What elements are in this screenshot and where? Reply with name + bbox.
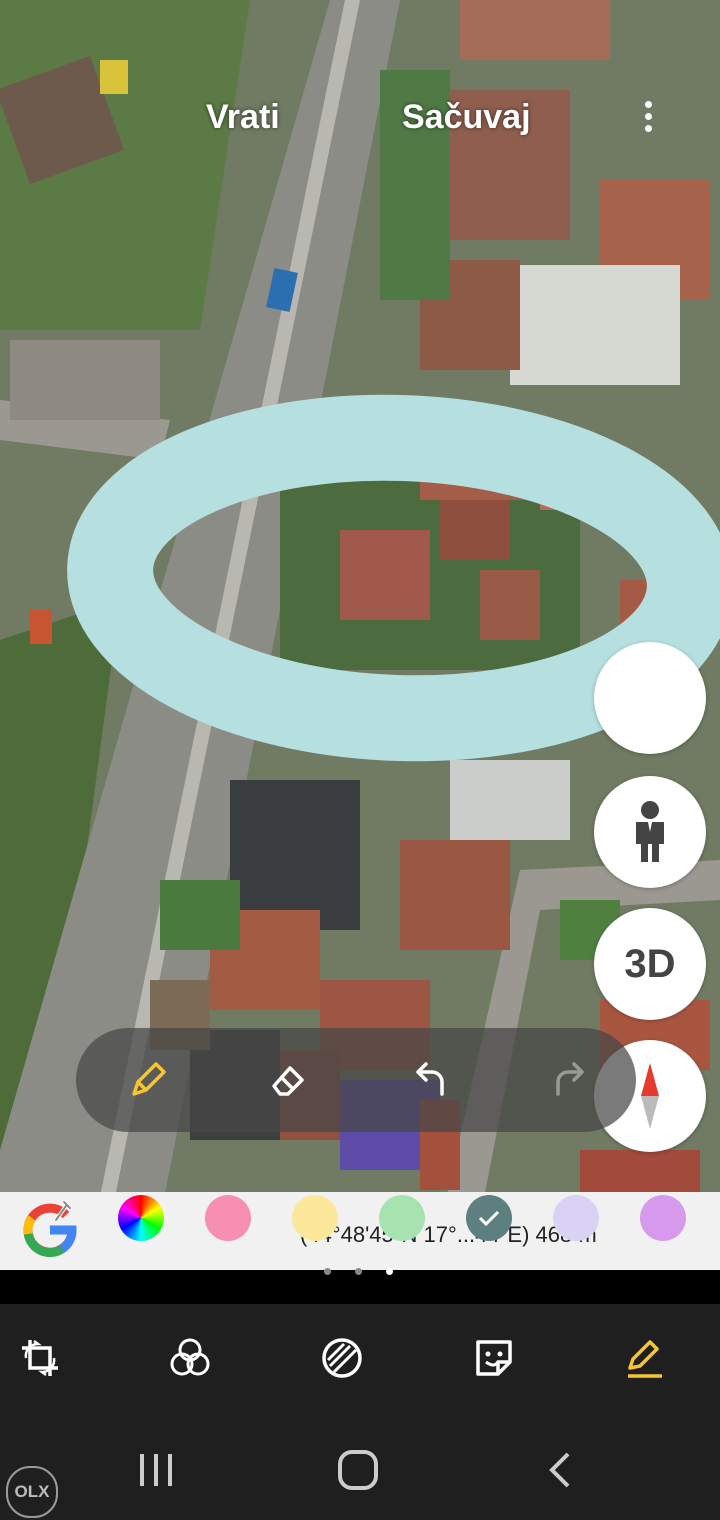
back-button[interactable]: Vrati xyxy=(206,98,280,137)
eyedropper-icon[interactable] xyxy=(52,1198,74,1224)
compass-icon xyxy=(641,1063,659,1129)
back-icon[interactable] xyxy=(540,1450,580,1490)
home-icon[interactable] xyxy=(336,1448,380,1492)
adjust-icon[interactable] xyxy=(318,1334,366,1382)
layer-button[interactable] xyxy=(594,642,706,754)
save-button[interactable]: Sačuvaj xyxy=(402,98,531,137)
tilt-3d-button[interactable]: 3D xyxy=(594,908,706,1020)
check-icon xyxy=(478,1210,500,1227)
coordinates-text: (44°48'45"N 17°...44"E) 468 m xyxy=(300,1222,597,1247)
swatch-color-wheel[interactable] xyxy=(118,1195,164,1241)
page-indicator xyxy=(322,1268,402,1278)
draw-icon[interactable] xyxy=(620,1334,668,1382)
swatch-teal-selected[interactable] xyxy=(466,1195,512,1241)
swatch-green[interactable] xyxy=(379,1195,425,1241)
pegman-icon xyxy=(636,801,664,862)
eraser-icon[interactable] xyxy=(254,1046,322,1114)
undo-icon[interactable] xyxy=(394,1046,462,1114)
sticker-icon[interactable] xyxy=(470,1334,518,1382)
swatch-violet[interactable] xyxy=(640,1195,686,1241)
swatch-pink[interactable] xyxy=(205,1195,251,1241)
swatch-yellow[interactable] xyxy=(292,1195,338,1241)
swatch-lavender[interactable] xyxy=(553,1195,599,1241)
street-view-button[interactable] xyxy=(594,776,706,888)
crop-rotate-icon[interactable] xyxy=(16,1334,64,1382)
more-vert-icon[interactable] xyxy=(632,96,664,140)
olx-watermark: OLX xyxy=(6,1466,58,1518)
draw-toolbar xyxy=(76,1028,636,1132)
redo-icon[interactable] xyxy=(538,1046,606,1114)
filters-icon[interactable] xyxy=(166,1334,214,1382)
recents-icon[interactable] xyxy=(136,1450,176,1490)
pencil-icon[interactable] xyxy=(114,1046,182,1114)
tilt-3d-label: 3D xyxy=(624,941,676,986)
